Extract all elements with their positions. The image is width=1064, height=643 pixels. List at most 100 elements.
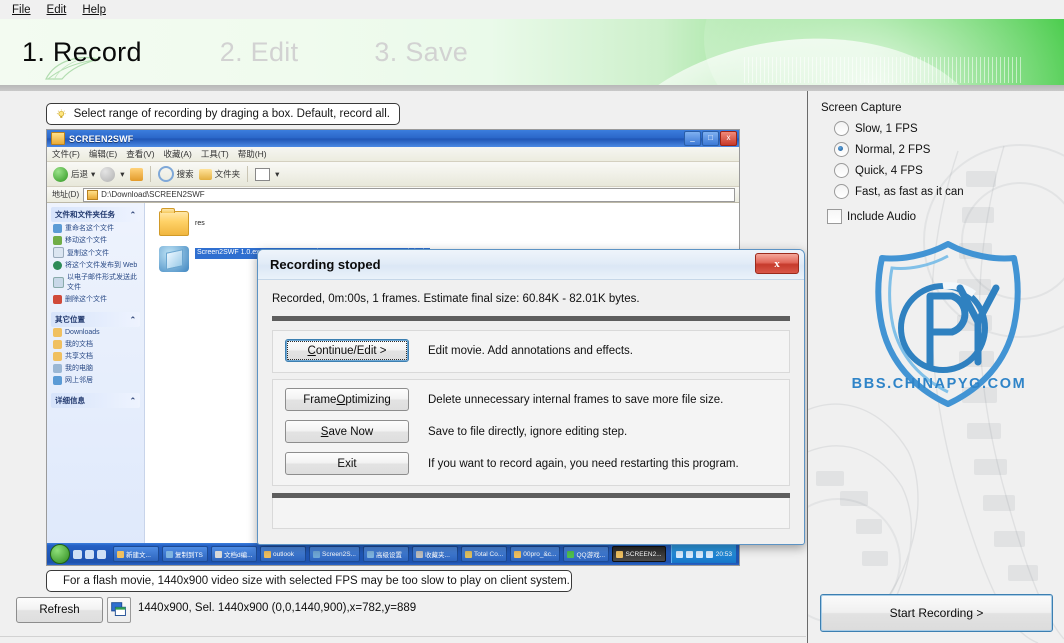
exit-button[interactable]: Exit (285, 452, 409, 475)
include-audio-label: Include Audio (847, 210, 917, 223)
quick-launch-icon-2[interactable] (85, 549, 94, 559)
menu-item-edit[interactable]: Edit (39, 2, 75, 18)
panel-row[interactable]: 删除这个文件 (51, 293, 140, 305)
tray-icon-1[interactable] (675, 550, 683, 558)
panel-collapse-icon-2[interactable]: ⌃ (130, 315, 136, 324)
taskbar-button[interactable]: 文档d编... (211, 546, 257, 562)
preview-menu-edit[interactable]: 编辑(E) (89, 148, 117, 160)
panel-row[interactable]: 我的文档 (51, 338, 140, 350)
tray-icon-3[interactable] (695, 550, 703, 558)
hint-flash-movie: For a flash movie, 1440x900 video size w… (46, 570, 572, 592)
taskbar-clock: 20:53 (715, 550, 732, 558)
step-record[interactable]: 1. Record (22, 37, 142, 68)
select-window-button[interactable] (107, 597, 131, 623)
panel-other-places-header[interactable]: 其它位置 ⌃ (51, 312, 140, 327)
panel-collapse-icon[interactable]: ⌃ (130, 210, 136, 219)
hint-select-range: Select range of recording by draging a b… (46, 103, 400, 125)
hint-flash-movie-text: For a flash movie, 1440x900 video size w… (63, 575, 570, 587)
preview-taskbar: 新建文... 复制到TS 文档d编... outlook Screen2S...… (47, 543, 739, 565)
preview-menu-favorites[interactable]: 收藏(A) (164, 148, 192, 160)
panel-row[interactable]: 复制这个文件 (51, 246, 140, 259)
taskbar-button[interactable]: Total Co... (460, 546, 508, 562)
menu-item-file[interactable]: File (4, 2, 39, 18)
maximize-icon[interactable]: □ (702, 131, 719, 146)
menu-item-help[interactable]: Help (74, 2, 114, 18)
taskbar-button[interactable]: Screen2S... (309, 546, 360, 562)
taskbar-button-label: 00pro_&c... (523, 550, 557, 558)
taskbar-button-label: outlook (273, 550, 294, 558)
radio-normal[interactable]: Normal, 2 FPS (834, 139, 964, 160)
close-icon[interactable]: x (720, 131, 737, 146)
preview-menu-help[interactable]: 帮助(H) (238, 148, 267, 160)
step-save[interactable]: 3. Save (374, 37, 468, 68)
taskbar-button[interactable]: 新建文... (113, 546, 159, 562)
include-audio-checkbox[interactable]: Include Audio (827, 209, 916, 224)
left-pane: Select range of recording by draging a b… (0, 91, 806, 643)
taskbar-button[interactable]: 复制到TS (162, 546, 208, 562)
preview-menu-file[interactable]: 文件(F) (52, 148, 80, 160)
minimize-icon[interactable]: _ (684, 131, 701, 146)
taskbar-icon (366, 550, 374, 558)
list-item[interactable]: res (159, 208, 739, 236)
step-edit[interactable]: 2. Edit (220, 37, 299, 68)
toolbar-folders-button[interactable]: 文件夹 (198, 168, 240, 180)
up-folder-icon[interactable] (129, 167, 143, 181)
panel-row[interactable]: 将这个文件发布到 Web (51, 259, 140, 271)
views-icon[interactable] (255, 167, 271, 181)
taskbar-button[interactable]: 收藏夹... (411, 546, 458, 562)
panel-row[interactable]: 网上邻居 (51, 374, 140, 386)
save-now-label: ave Now (328, 425, 374, 438)
panel-row[interactable]: 重命名这个文件 (51, 222, 140, 234)
taskbar-icon (567, 550, 575, 558)
toolbar-back-button[interactable]: 后退 ▾ (53, 166, 95, 182)
radio-slow[interactable]: Slow, 1 FPS (834, 118, 964, 139)
close-icon[interactable]: x (755, 253, 799, 274)
preview-menu-view[interactable]: 查看(V) (126, 148, 154, 160)
panel-row[interactable]: 我的电脑 (51, 362, 140, 374)
taskbar-button[interactable]: 00pro_&c... (510, 546, 561, 562)
taskbar-button-active[interactable]: SCREEN2... (612, 546, 666, 562)
panel-details-header[interactable]: 详细信息 ⌃ (51, 393, 140, 408)
quick-launch-icon-3[interactable] (97, 549, 106, 559)
toolbar-search-button[interactable]: 搜索 (157, 166, 194, 182)
tray-icon-2[interactable] (685, 550, 693, 558)
taskbar-button[interactable]: outlook (260, 546, 306, 562)
panel-row[interactable]: Downloads (51, 327, 140, 338)
frame-optimizing-button[interactable]: Frame Optimizing (285, 388, 409, 411)
radio-slow-indicator (834, 121, 849, 136)
refresh-button[interactable]: Refresh (16, 597, 103, 623)
menu-bar: File Edit Help (0, 0, 1064, 19)
radio-fast[interactable]: Fast, as fast as it can (834, 181, 964, 202)
panel-collapse-icon-3[interactable]: ⌃ (130, 396, 136, 405)
address-input[interactable]: D:\Download\SCREEN2SWF (83, 187, 735, 202)
preview-menu-tools[interactable]: 工具(T) (201, 148, 229, 160)
forward-arrow-icon[interactable] (100, 166, 116, 182)
dialog-divider-top (272, 316, 790, 321)
panel-file-tasks-header[interactable]: 文件和文件夹任务 ⌃ (51, 207, 140, 222)
preview-address-bar: 地址(D) D:\Download\SCREEN2SWF (47, 187, 739, 203)
application-icon (159, 246, 189, 272)
start-button-icon[interactable] (50, 544, 70, 564)
quick-launch-icon-1[interactable] (73, 549, 82, 559)
taskbar-button-label: QQ游戏... (576, 552, 606, 559)
panel-details-title: 详细信息 (55, 396, 85, 405)
panel-row[interactable]: 移动这个文件 (51, 234, 140, 246)
my-computer-icon (53, 363, 62, 373)
save-now-button[interactable]: Save Now (285, 420, 409, 443)
tray-icon-4[interactable] (705, 550, 713, 558)
folder-icon-downloads (53, 328, 62, 337)
taskbar-button[interactable]: 高级设置 (362, 546, 409, 562)
radio-quick-label: Quick, 4 FPS (855, 164, 923, 177)
app-window: File Edit Help 1. Record 2. Edit 3. Save (0, 0, 1064, 643)
panel-row[interactable]: 共享文档 (51, 350, 140, 362)
dialog-message: Recorded, 0m:00s, 1 frames. Estimate fin… (272, 293, 640, 305)
start-recording-button[interactable]: Start Recording > (820, 594, 1053, 632)
continue-edit-button[interactable]: Continue/Edit > (285, 339, 409, 362)
taskbar-icon (415, 550, 423, 558)
radio-fast-indicator (834, 184, 849, 199)
panel-row[interactable]: 以电子邮件形式发送此文件 (51, 271, 140, 293)
continue-edit-description: Edit movie. Add annotations and effects. (428, 344, 634, 357)
taskbar-button[interactable]: QQ游戏... (563, 546, 610, 562)
panel-row-label: 我的文档 (65, 341, 93, 348)
radio-quick[interactable]: Quick, 4 FPS (834, 160, 964, 181)
